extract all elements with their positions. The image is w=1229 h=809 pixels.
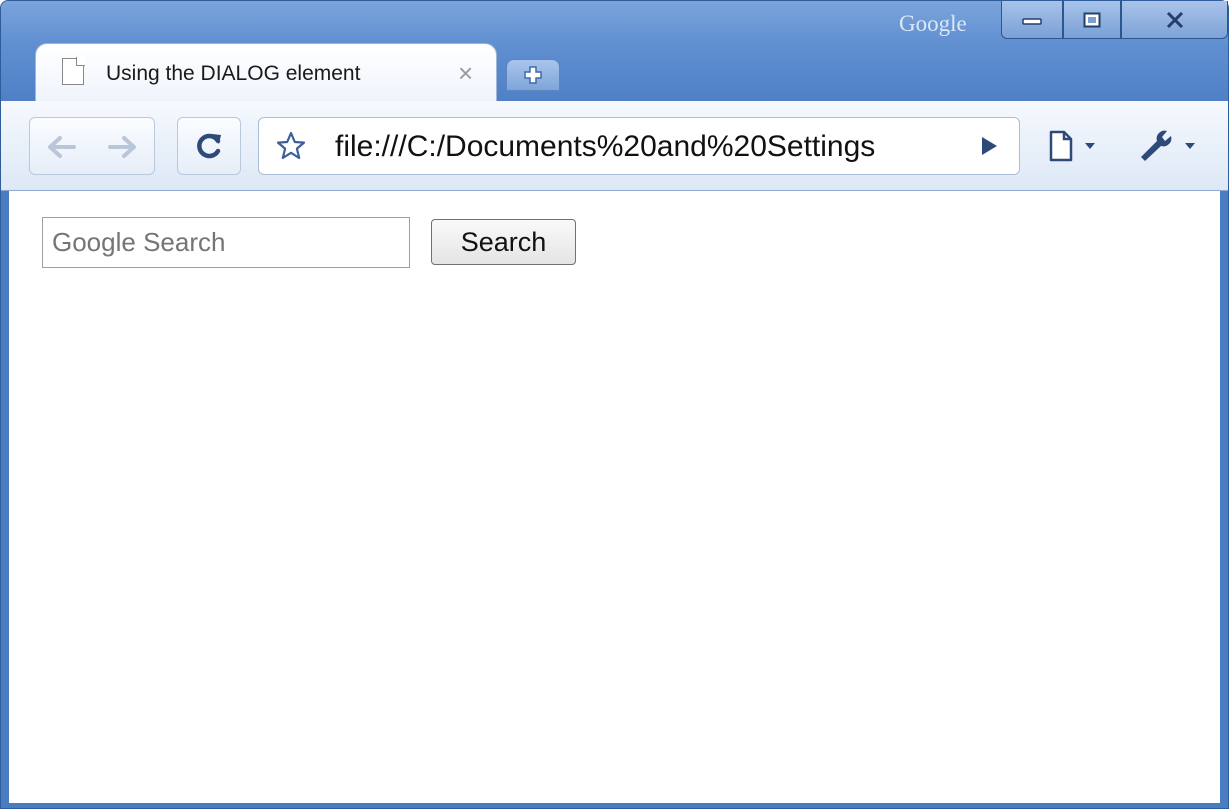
search-button[interactable]: Search: [431, 219, 576, 265]
star-icon[interactable]: [275, 130, 307, 162]
maximize-icon: [1083, 12, 1101, 27]
browser-toolbar: file:///C:/Documents%20and%20Settings: [1, 101, 1228, 191]
page-content: Search: [9, 191, 1220, 803]
page-menu-button[interactable]: [1047, 129, 1103, 168]
plus-icon: [524, 66, 542, 84]
title-bar[interactable]: Google Using the DIALOG element ×: [1, 1, 1228, 105]
brand-label: Google: [899, 11, 967, 36]
tab-title: Using the DIALOG element: [106, 62, 361, 85]
page-menu-icon: [1049, 130, 1095, 162]
window-controls: [1001, 1, 1228, 39]
address-text[interactable]: file:///C:/Documents%20and%20Settings: [335, 130, 937, 164]
nav-buttons: [29, 117, 155, 175]
tab-close-icon[interactable]: ×: [458, 58, 473, 89]
play-icon[interactable]: [979, 135, 999, 157]
browser-window: Google Using the DIALOG element × file:/…: [0, 0, 1229, 809]
tab-active[interactable]: Using the DIALOG element ×: [35, 43, 497, 105]
back-arrow-icon[interactable]: [44, 134, 78, 160]
search-input[interactable]: [42, 217, 410, 268]
minimize-button[interactable]: [1001, 1, 1063, 39]
forward-arrow-icon[interactable]: [106, 134, 140, 160]
reload-icon: [197, 133, 221, 159]
minimize-icon: [1022, 17, 1042, 25]
close-icon: [1166, 11, 1183, 28]
tools-menu-button[interactable]: [1135, 127, 1207, 168]
document-icon: [62, 57, 85, 85]
maximize-button[interactable]: [1063, 1, 1121, 39]
reload-button[interactable]: [177, 117, 241, 175]
address-bar[interactable]: file:///C:/Documents%20and%20Settings: [258, 117, 1020, 175]
new-tab-button[interactable]: [506, 59, 560, 91]
close-window-button[interactable]: [1121, 1, 1228, 39]
wrench-icon: [1141, 130, 1195, 161]
